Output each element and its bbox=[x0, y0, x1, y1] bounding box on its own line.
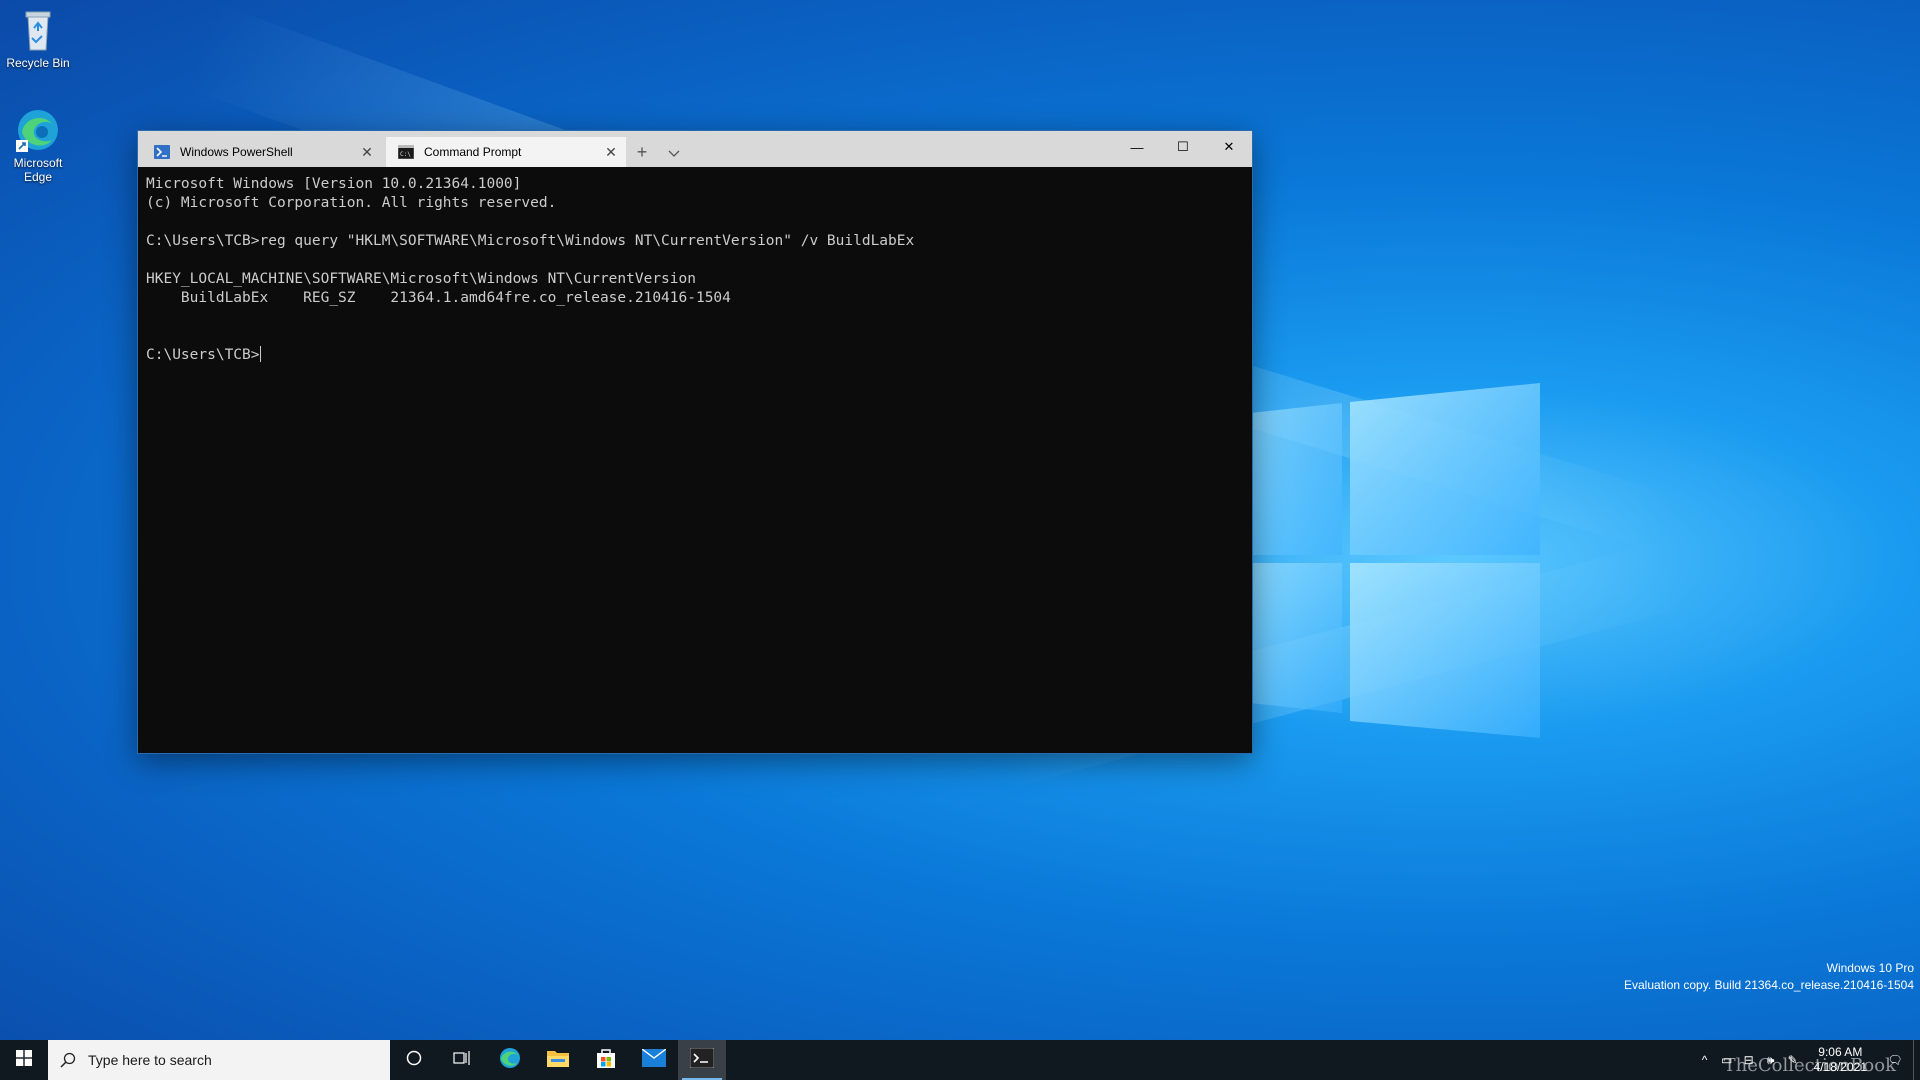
search-icon bbox=[60, 1052, 76, 1068]
watermark-edition: Windows 10 Pro bbox=[1826, 961, 1914, 975]
task-view-icon bbox=[453, 1050, 471, 1071]
edge-icon bbox=[498, 1046, 522, 1075]
minimize-icon: — bbox=[1130, 139, 1144, 155]
windows-watermark: Windows 10 Pro Evaluation copy. Build 21… bbox=[1624, 960, 1914, 994]
console-line: BuildLabEx REG_SZ 21364.1.amd64fre.co_re… bbox=[146, 290, 731, 306]
taskbar-terminal-button[interactable] bbox=[678, 1040, 726, 1080]
terminal-icon bbox=[689, 1047, 715, 1073]
file-explorer-icon bbox=[546, 1048, 570, 1073]
tab-dropdown-button[interactable] bbox=[658, 137, 690, 167]
maximize-button[interactable]: ☐ bbox=[1160, 131, 1206, 163]
tab-label: Command Prompt bbox=[424, 145, 522, 159]
text-cursor bbox=[259, 346, 261, 362]
chevron-up-icon: ^ bbox=[1701, 1053, 1708, 1067]
taskbar-mail-button[interactable] bbox=[630, 1040, 678, 1080]
taskbar-search[interactable]: Type here to search bbox=[48, 1040, 390, 1080]
desktop-icon-label: Microsoft Edge bbox=[13, 156, 63, 184]
close-icon: ✕ bbox=[1223, 139, 1235, 154]
start-button[interactable] bbox=[0, 1040, 48, 1080]
taskbar-file-explorer-button[interactable] bbox=[534, 1040, 582, 1080]
mail-icon bbox=[641, 1047, 667, 1072]
close-button[interactable]: ✕ bbox=[1206, 131, 1252, 163]
windows-logo-wallpaper bbox=[1250, 383, 1540, 738]
task-view-button[interactable] bbox=[438, 1040, 486, 1080]
cortana-icon bbox=[406, 1050, 422, 1071]
tab-command-prompt[interactable]: C:\ Command Prompt ✕ bbox=[386, 137, 626, 167]
taskbar-store-button[interactable] bbox=[582, 1040, 630, 1080]
windows-start-icon bbox=[16, 1049, 32, 1071]
tab-windows-powershell[interactable]: Windows PowerShell ✕ bbox=[142, 137, 382, 167]
store-icon bbox=[595, 1047, 617, 1074]
tab-label: Windows PowerShell bbox=[180, 145, 293, 159]
brand-watermark: TheCollectionBook bbox=[1723, 1055, 1896, 1076]
new-tab-button[interactable]: + bbox=[626, 137, 658, 167]
search-placeholder: Type here to search bbox=[88, 1052, 212, 1068]
desktop-icon-recycle-bin[interactable]: Recycle Bin bbox=[0, 6, 76, 70]
window-controls: — ☐ ✕ bbox=[1114, 131, 1252, 163]
taskbar: Type here to search ^ ▭ ⊟ 🕪 ✎ 9:06 AM 4/… bbox=[0, 1040, 1920, 1080]
close-tab-icon[interactable]: ✕ bbox=[604, 145, 618, 159]
edge-icon bbox=[14, 106, 62, 154]
prompt-line[interactable]: C:\Users\TCB> bbox=[146, 346, 1252, 365]
maximize-icon: ☐ bbox=[1177, 139, 1189, 154]
desktop-icon-label: Recycle Bin bbox=[6, 56, 70, 70]
console-line: Microsoft Windows [Version 10.0.21364.10… bbox=[146, 176, 522, 192]
show-desktop-button[interactable] bbox=[1913, 1040, 1920, 1080]
cortana-button[interactable] bbox=[390, 1040, 438, 1080]
watermark-build: Evaluation copy. Build 21364.co_release.… bbox=[1624, 978, 1914, 992]
powershell-icon bbox=[154, 145, 170, 159]
console-line: HKEY_LOCAL_MACHINE\SOFTWARE\Microsoft\Wi… bbox=[146, 271, 696, 287]
close-tab-icon[interactable]: ✕ bbox=[360, 145, 374, 159]
recycle-bin-icon bbox=[14, 6, 62, 54]
console-line: C:\Users\TCB>reg query "HKLM\SOFTWARE\Mi… bbox=[146, 233, 915, 249]
show-hidden-icons-button[interactable]: ^ bbox=[1694, 1040, 1716, 1080]
taskbar-edge-button[interactable] bbox=[486, 1040, 534, 1080]
plus-icon: + bbox=[636, 141, 648, 162]
svg-text:C:\: C:\ bbox=[400, 151, 411, 158]
chevron-down-icon bbox=[668, 142, 680, 163]
desktop-icon-edge[interactable]: Microsoft Edge bbox=[0, 106, 76, 184]
console-output[interactable]: Microsoft Windows [Version 10.0.21364.10… bbox=[138, 167, 1252, 365]
console-line: (c) Microsoft Corporation. All rights re… bbox=[146, 195, 557, 211]
terminal-window[interactable]: Windows PowerShell ✕ C:\ Command Prompt … bbox=[138, 131, 1252, 753]
minimize-button[interactable]: — bbox=[1114, 131, 1160, 163]
terminal-titlebar[interactable]: Windows PowerShell ✕ C:\ Command Prompt … bbox=[138, 131, 1252, 167]
prompt: C:\Users\TCB> bbox=[146, 347, 260, 363]
cmd-icon: C:\ bbox=[397, 144, 415, 160]
